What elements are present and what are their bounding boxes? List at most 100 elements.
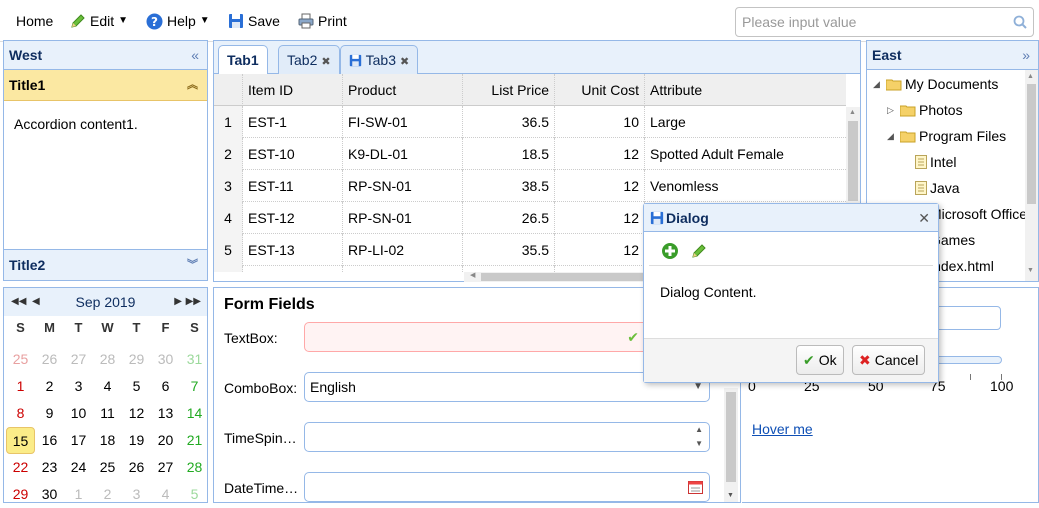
calendar-day[interactable]: 26 (35, 346, 64, 373)
calendar-day[interactable]: 27 (151, 454, 180, 481)
tree-node[interactable]: Intel (915, 150, 956, 174)
calendar-day[interactable]: 9 (35, 400, 64, 427)
calendar-day[interactable]: 29 (6, 481, 35, 508)
calendar-day[interactable]: 18 (93, 427, 122, 454)
collapse-right-icon[interactable]: » (1022, 41, 1030, 70)
grid-header-cell[interactable]: Product (343, 74, 463, 106)
calendar-day[interactable]: 22 (6, 454, 35, 481)
print-button[interactable]: Print (298, 10, 347, 32)
scroll-thumb[interactable] (848, 121, 858, 201)
calendar-day[interactable]: 4 (151, 481, 180, 508)
calendar-day[interactable]: 19 (122, 427, 151, 454)
calendar-day[interactable]: 3 (122, 481, 151, 508)
calendar-day[interactable]: 8 (6, 400, 35, 427)
calendar-day[interactable]: 4 (93, 373, 122, 400)
tree-node[interactable]: ◢ Program Files (887, 124, 1006, 148)
tab-2[interactable]: Tab2 ✖ (278, 45, 340, 74)
tree-vertical-scrollbar[interactable]: ▲ ▼ (1025, 70, 1038, 281)
scroll-down-icon[interactable]: ▼ (1027, 267, 1034, 274)
calendar-day[interactable]: 3 (64, 373, 93, 400)
timespinner-input[interactable]: ▲ ▼ (304, 422, 710, 452)
calendar-day[interactable]: 27 (64, 346, 93, 373)
tree-collapsed-icon[interactable]: ▷ (887, 105, 897, 116)
tab-3[interactable]: Tab3 ✖ (340, 45, 419, 74)
tree-node[interactable]: ▷ Photos (887, 98, 963, 122)
calendar-icon[interactable] (688, 480, 703, 494)
next-month-icon[interactable]: ▶ (174, 288, 182, 316)
calendar-day[interactable]: 29 (122, 346, 151, 373)
calendar-day[interactable]: 16 (35, 427, 64, 454)
spinner-down-icon[interactable]: ▼ (695, 439, 703, 449)
ok-button[interactable]: ✔ Ok (796, 345, 844, 375)
calendar-day[interactable]: 30 (35, 481, 64, 508)
calendar-day[interactable]: 2 (93, 481, 122, 508)
number-input[interactable] (932, 306, 1001, 330)
calendar-day[interactable]: 13 (151, 400, 180, 427)
scroll-down-icon[interactable]: ▼ (727, 492, 734, 499)
save-button[interactable]: Save (228, 10, 280, 32)
calendar-day[interactable]: 26 (122, 454, 151, 481)
calendar-day[interactable]: 6 (151, 373, 180, 400)
calendar-day[interactable]: 28 (180, 454, 209, 481)
grid-header-cell[interactable]: List Price (463, 74, 555, 106)
add-icon[interactable] (661, 242, 679, 260)
calendar-day[interactable]: 17 (64, 427, 93, 454)
accordion-header-title2[interactable]: Title2 ︾ (4, 249, 207, 280)
calendar-day[interactable]: 1 (6, 373, 35, 400)
calendar-day[interactable]: 24 (64, 454, 93, 481)
calendar-day[interactable]: 1 (64, 481, 93, 508)
calendar-day[interactable]: 25 (6, 346, 35, 373)
calendar-day[interactable]: 14 (180, 400, 209, 427)
dialog-header[interactable]: Dialog ✕ (644, 204, 938, 232)
scroll-up-icon[interactable]: ▲ (1027, 73, 1034, 80)
calendar-day[interactable]: 20 (151, 427, 180, 454)
hover-me-link[interactable]: Hover me (752, 421, 813, 437)
prev-month-icon[interactable]: ◀ (32, 288, 40, 316)
calendar-day[interactable]: 23 (35, 454, 64, 481)
cancel-button[interactable]: ✖ Cancel (852, 345, 926, 375)
calendar-day[interactable]: 21 (180, 427, 209, 454)
form-vertical-scrollbar[interactable]: ▼ (724, 388, 738, 502)
calendar-day[interactable]: 5 (180, 481, 209, 508)
edit-menu-button[interactable]: Edit ▼ (70, 10, 128, 32)
grid-header-cell[interactable]: Item ID (243, 74, 343, 106)
collapse-left-icon[interactable]: « (191, 41, 199, 70)
grid-header-cell[interactable]: Unit Cost (555, 74, 645, 106)
scroll-thumb[interactable] (1027, 84, 1036, 204)
tree-expand-icon[interactable]: ◢ (873, 79, 883, 90)
help-menu-button[interactable]: ? Help ▼ (146, 10, 210, 32)
accordion-header-title1[interactable]: Title1 ︽ (4, 70, 207, 101)
calendar-day[interactable]: 12 (122, 400, 151, 427)
prev-year-icon[interactable]: ◀◀ (11, 288, 26, 316)
search-icon[interactable] (1013, 15, 1027, 29)
scroll-left-icon[interactable]: ◀ (470, 271, 475, 279)
search-input[interactable] (736, 8, 996, 36)
table-row[interactable]: 3 EST-11 RP-SN-01 38.5 12 Venomless (214, 170, 846, 202)
tree-node[interactable]: ◢ My Documents (873, 72, 998, 96)
calendar-month-label[interactable]: Sep 2019 (76, 294, 136, 310)
close-icon[interactable]: ✕ (918, 204, 930, 232)
close-icon[interactable]: ✖ (400, 56, 409, 68)
next-year-icon[interactable]: ▶▶ (186, 288, 201, 316)
scroll-thumb[interactable] (726, 392, 736, 482)
calendar-day[interactable]: 31 (180, 346, 209, 373)
calendar-day[interactable]: 25 (93, 454, 122, 481)
calendar-day[interactable]: 10 (64, 400, 93, 427)
calendar-day[interactable]: 7 (180, 373, 209, 400)
calendar-day[interactable]: 28 (93, 346, 122, 373)
calendar-day[interactable]: 2 (35, 373, 64, 400)
pencil-icon[interactable] (691, 243, 707, 259)
calendar-day[interactable]: 5 (122, 373, 151, 400)
tab-1[interactable]: Tab1 (218, 45, 268, 75)
home-button[interactable]: Home (16, 10, 53, 32)
table-row[interactable]: 1 EST-1 FI-SW-01 36.5 10 Large (214, 106, 846, 138)
close-icon[interactable]: ✖ (321, 56, 330, 68)
table-row[interactable]: 2 EST-10 K9-DL-01 18.5 12 Spotted Adult Femal… (214, 138, 846, 170)
calendar-day[interactable]: 30 (151, 346, 180, 373)
calendar-day[interactable]: 15 (6, 427, 35, 454)
tree-expand-icon[interactable]: ◢ (887, 131, 897, 142)
spinner-up-icon[interactable]: ▲ (695, 425, 703, 435)
tree-node[interactable]: Java (915, 176, 960, 200)
calendar-day[interactable]: 11 (93, 400, 122, 427)
grid-header-cell[interactable]: Attribute (645, 74, 846, 106)
